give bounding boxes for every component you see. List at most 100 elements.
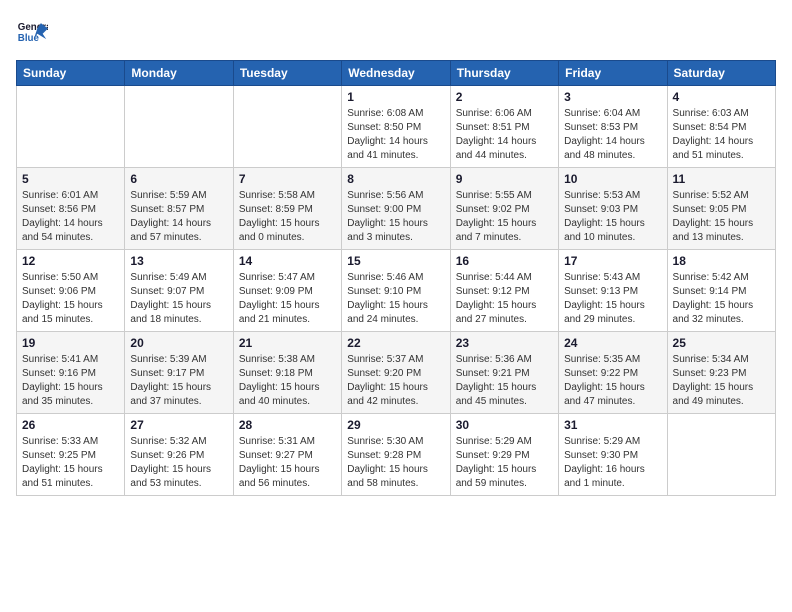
calendar-cell [667, 414, 775, 496]
day-number: 30 [456, 418, 553, 432]
calendar-cell: 31 Sunrise: 5:29 AM Sunset: 9:30 PM Dayli… [559, 414, 667, 496]
calendar-cell: 13 Sunrise: 5:49 AM Sunset: 9:07 PM Dayli… [125, 250, 233, 332]
calendar-cell: 25 Sunrise: 5:34 AM Sunset: 9:23 PM Dayli… [667, 332, 775, 414]
calendar-cell: 20 Sunrise: 5:39 AM Sunset: 9:17 PM Dayli… [125, 332, 233, 414]
calendar-cell: 12 Sunrise: 5:50 AM Sunset: 9:06 PM Dayli… [17, 250, 125, 332]
day-number: 25 [673, 336, 770, 350]
day-number: 1 [347, 90, 444, 104]
day-info: Sunrise: 5:42 AM Sunset: 9:14 PM Dayligh… [673, 271, 770, 327]
calendar-cell [17, 86, 125, 168]
day-info: Sunrise: 5:46 AM Sunset: 9:10 PM Dayligh… [347, 271, 444, 327]
day-info: Sunrise: 5:38 AM Sunset: 9:18 PM Dayligh… [239, 353, 336, 409]
day-number: 4 [673, 90, 770, 104]
logo-icon: General Blue [16, 16, 48, 48]
calendar-cell: 17 Sunrise: 5:43 AM Sunset: 9:13 PM Dayli… [559, 250, 667, 332]
day-number: 2 [456, 90, 553, 104]
calendar-cell [233, 86, 341, 168]
day-number: 7 [239, 172, 336, 186]
calendar-cell: 7 Sunrise: 5:58 AM Sunset: 8:59 PM Daylig… [233, 168, 341, 250]
calendar-cell [125, 86, 233, 168]
day-number: 21 [239, 336, 336, 350]
weekday-header: Wednesday [342, 61, 450, 86]
day-info: Sunrise: 5:29 AM Sunset: 9:30 PM Dayligh… [564, 435, 661, 491]
day-info: Sunrise: 5:30 AM Sunset: 9:28 PM Dayligh… [347, 435, 444, 491]
day-number: 3 [564, 90, 661, 104]
day-number: 11 [673, 172, 770, 186]
day-number: 28 [239, 418, 336, 432]
calendar-week-row: 5 Sunrise: 6:01 AM Sunset: 8:56 PM Daylig… [17, 168, 776, 250]
calendar-cell: 14 Sunrise: 5:47 AM Sunset: 9:09 PM Dayli… [233, 250, 341, 332]
calendar-cell: 10 Sunrise: 5:53 AM Sunset: 9:03 PM Dayli… [559, 168, 667, 250]
day-number: 12 [22, 254, 119, 268]
day-number: 23 [456, 336, 553, 350]
weekday-header: Friday [559, 61, 667, 86]
calendar-cell: 22 Sunrise: 5:37 AM Sunset: 9:20 PM Dayli… [342, 332, 450, 414]
calendar-cell: 5 Sunrise: 6:01 AM Sunset: 8:56 PM Daylig… [17, 168, 125, 250]
day-info: Sunrise: 5:55 AM Sunset: 9:02 PM Dayligh… [456, 189, 553, 245]
calendar-cell: 21 Sunrise: 5:38 AM Sunset: 9:18 PM Dayli… [233, 332, 341, 414]
day-info: Sunrise: 5:56 AM Sunset: 9:00 PM Dayligh… [347, 189, 444, 245]
day-number: 29 [347, 418, 444, 432]
day-info: Sunrise: 5:49 AM Sunset: 9:07 PM Dayligh… [130, 271, 227, 327]
day-info: Sunrise: 5:52 AM Sunset: 9:05 PM Dayligh… [673, 189, 770, 245]
weekday-header: Tuesday [233, 61, 341, 86]
day-number: 31 [564, 418, 661, 432]
logo: General Blue [16, 16, 52, 48]
day-number: 10 [564, 172, 661, 186]
calendar-cell: 4Sunrise: 6:03 AM Sunset: 8:54 PM Daylig… [667, 86, 775, 168]
day-info: Sunrise: 5:33 AM Sunset: 9:25 PM Dayligh… [22, 435, 119, 491]
day-number: 5 [22, 172, 119, 186]
day-info: Sunrise: 6:01 AM Sunset: 8:56 PM Dayligh… [22, 189, 119, 245]
day-number: 16 [456, 254, 553, 268]
calendar-cell: 24Sunrise: 5:35 AM Sunset: 9:22 PM Dayli… [559, 332, 667, 414]
calendar-week-row: 26 Sunrise: 5:33 AM Sunset: 9:25 PM Dayli… [17, 414, 776, 496]
day-info: Sunrise: 5:29 AM Sunset: 9:29 PM Dayligh… [456, 435, 553, 491]
day-number: 18 [673, 254, 770, 268]
day-info: Sunrise: 5:41 AM Sunset: 9:16 PM Dayligh… [22, 353, 119, 409]
calendar-cell: 18 Sunrise: 5:42 AM Sunset: 9:14 PM Dayli… [667, 250, 775, 332]
day-info: Sunrise: 6:08 AM Sunset: 8:50 PM Dayligh… [347, 107, 444, 163]
calendar-week-row: 1 Sunrise: 6:08 AM Sunset: 8:50 PM Daylig… [17, 86, 776, 168]
weekday-header: Sunday [17, 61, 125, 86]
calendar-cell: 11 Sunrise: 5:52 AM Sunset: 9:05 PM Dayli… [667, 168, 775, 250]
day-number: 27 [130, 418, 227, 432]
calendar-cell: 6 Sunrise: 5:59 AM Sunset: 8:57 PM Daylig… [125, 168, 233, 250]
weekday-header: Monday [125, 61, 233, 86]
day-info: Sunrise: 5:50 AM Sunset: 9:06 PM Dayligh… [22, 271, 119, 327]
day-number: 26 [22, 418, 119, 432]
day-number: 6 [130, 172, 227, 186]
day-info: Sunrise: 5:47 AM Sunset: 9:09 PM Dayligh… [239, 271, 336, 327]
day-info: Sunrise: 5:37 AM Sunset: 9:20 PM Dayligh… [347, 353, 444, 409]
day-info: Sunrise: 5:35 AM Sunset: 9:22 PM Dayligh… [564, 353, 661, 409]
calendar-week-row: 12 Sunrise: 5:50 AM Sunset: 9:06 PM Dayli… [17, 250, 776, 332]
day-number: 13 [130, 254, 227, 268]
day-number: 15 [347, 254, 444, 268]
calendar-cell: 15 Sunrise: 5:46 AM Sunset: 9:10 PM Dayli… [342, 250, 450, 332]
day-info: Sunrise: 5:31 AM Sunset: 9:27 PM Dayligh… [239, 435, 336, 491]
page-header: General Blue [16, 16, 776, 48]
day-info: Sunrise: 5:39 AM Sunset: 9:17 PM Dayligh… [130, 353, 227, 409]
day-info: Sunrise: 5:58 AM Sunset: 8:59 PM Dayligh… [239, 189, 336, 245]
day-info: Sunrise: 5:43 AM Sunset: 9:13 PM Dayligh… [564, 271, 661, 327]
day-number: 8 [347, 172, 444, 186]
calendar-cell: 28 Sunrise: 5:31 AM Sunset: 9:27 PM Dayli… [233, 414, 341, 496]
day-info: Sunrise: 5:59 AM Sunset: 8:57 PM Dayligh… [130, 189, 227, 245]
calendar-cell: 26 Sunrise: 5:33 AM Sunset: 9:25 PM Dayli… [17, 414, 125, 496]
day-info: Sunrise: 6:04 AM Sunset: 8:53 PM Dayligh… [564, 107, 661, 163]
calendar-cell: 2Sunrise: 6:06 AM Sunset: 8:51 PM Daylig… [450, 86, 558, 168]
day-number: 14 [239, 254, 336, 268]
day-info: Sunrise: 5:32 AM Sunset: 9:26 PM Dayligh… [130, 435, 227, 491]
day-number: 22 [347, 336, 444, 350]
weekday-header: Saturday [667, 61, 775, 86]
day-number: 20 [130, 336, 227, 350]
calendar-cell: 16 Sunrise: 5:44 AM Sunset: 9:12 PM Dayli… [450, 250, 558, 332]
calendar-cell: 30 Sunrise: 5:29 AM Sunset: 9:29 PM Dayli… [450, 414, 558, 496]
calendar-table: SundayMondayTuesdayWednesdayThursdayFrid… [16, 60, 776, 496]
day-number: 17 [564, 254, 661, 268]
weekday-header: Thursday [450, 61, 558, 86]
day-info: Sunrise: 5:44 AM Sunset: 9:12 PM Dayligh… [456, 271, 553, 327]
weekday-header-row: SundayMondayTuesdayWednesdayThursdayFrid… [17, 61, 776, 86]
day-info: Sunrise: 5:53 AM Sunset: 9:03 PM Dayligh… [564, 189, 661, 245]
calendar-cell: 1 Sunrise: 6:08 AM Sunset: 8:50 PM Daylig… [342, 86, 450, 168]
day-info: Sunrise: 5:34 AM Sunset: 9:23 PM Dayligh… [673, 353, 770, 409]
